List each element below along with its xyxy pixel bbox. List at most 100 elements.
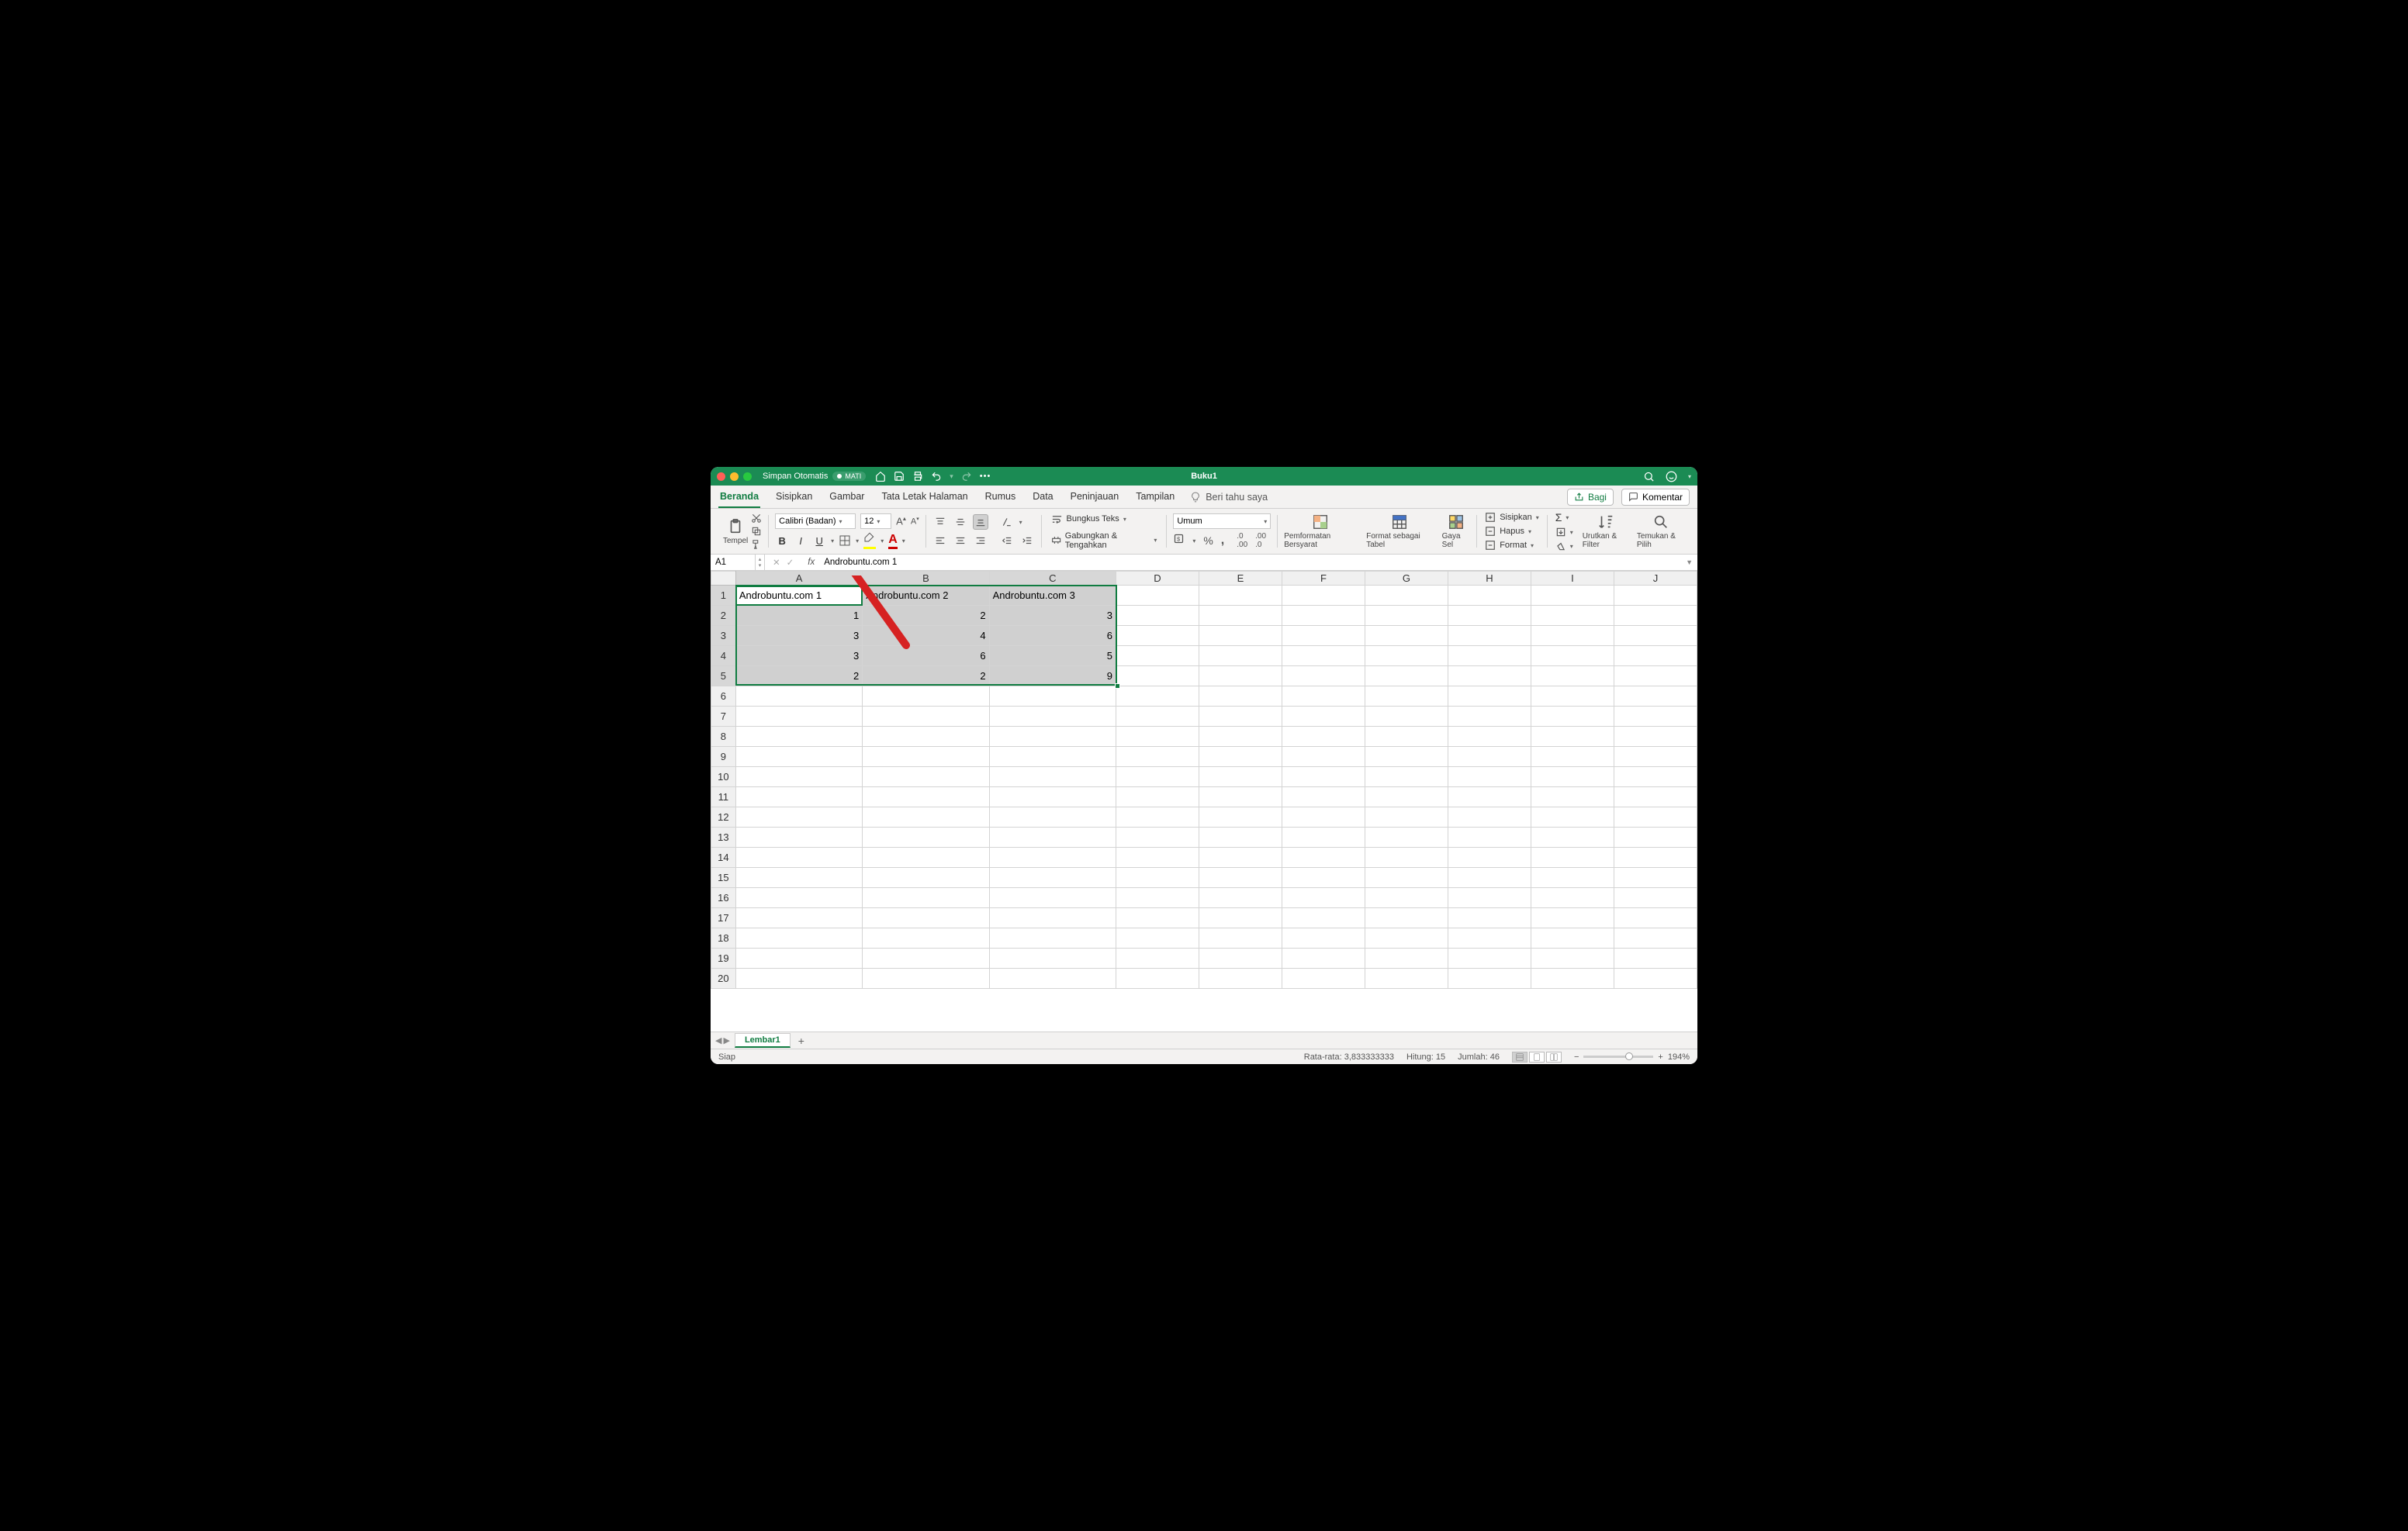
cell[interactable] [1448,787,1531,807]
increase-font-icon[interactable]: A▴ [896,515,906,527]
cell[interactable] [1531,586,1614,606]
column-header[interactable]: J [1614,572,1697,586]
cell[interactable] [1365,666,1448,686]
autosave-toggle[interactable]: MATI [832,472,866,481]
column-header[interactable]: A [735,572,862,586]
cell[interactable] [1282,747,1365,767]
cell[interactable] [1282,666,1365,686]
tab-peninjauan[interactable]: Peninjauan [1069,486,1121,508]
cell[interactable] [735,707,862,727]
cell[interactable] [863,807,989,828]
cell[interactable] [1116,868,1199,888]
row-header[interactable]: 6 [711,686,736,707]
row-header[interactable]: 15 [711,868,736,888]
cell[interactable] [1531,949,1614,969]
cell[interactable]: 6 [989,626,1116,646]
cell[interactable] [1531,868,1614,888]
cell[interactable] [735,747,862,767]
cell[interactable] [1199,848,1282,868]
cell[interactable] [1531,767,1614,787]
cell[interactable] [1531,747,1614,767]
add-sheet-button[interactable]: + [791,1035,812,1047]
cell[interactable] [1116,848,1199,868]
cell[interactable] [1199,767,1282,787]
tab-rumus[interactable]: Rumus [984,486,1018,508]
accounting-icon[interactable]: $ [1173,533,1185,548]
row-header[interactable]: 8 [711,727,736,747]
cell[interactable] [863,707,989,727]
select-all-corner[interactable] [711,572,736,586]
cell[interactable]: 4 [863,626,989,646]
cell[interactable] [1199,888,1282,908]
decrease-indent-icon[interactable] [999,533,1015,548]
cell[interactable] [1116,807,1199,828]
cell[interactable] [1531,686,1614,707]
italic-button[interactable]: I [794,535,808,547]
cell[interactable] [1448,767,1531,787]
cell[interactable] [1365,606,1448,626]
cell[interactable] [1448,868,1531,888]
cell[interactable] [1199,747,1282,767]
cell[interactable] [1365,767,1448,787]
column-header[interactable]: G [1365,572,1448,586]
cell[interactable] [1116,666,1199,686]
cell[interactable]: 3 [989,606,1116,626]
underline-button[interactable]: U [812,535,826,547]
paste-button[interactable]: Tempel [723,518,748,545]
cell[interactable] [1531,969,1614,989]
cell[interactable] [1531,807,1614,828]
cell[interactable] [1116,727,1199,747]
save-icon[interactable] [894,471,905,482]
cell[interactable] [863,686,989,707]
increase-indent-icon[interactable] [1019,533,1035,548]
cell[interactable]: 9 [989,666,1116,686]
cell[interactable] [1282,807,1365,828]
cell[interactable] [1448,928,1531,949]
cell[interactable] [1282,888,1365,908]
cell[interactable] [1448,626,1531,646]
cell[interactable] [1365,908,1448,928]
cell[interactable]: Androbuntu.com 2 [863,586,989,606]
align-right-icon[interactable] [973,533,988,548]
cell[interactable] [1282,767,1365,787]
format-as-table-button[interactable]: Format sebagai Tabel [1366,513,1432,549]
cell[interactable] [1116,686,1199,707]
maximize-window-button[interactable] [743,472,752,481]
cell[interactable] [1116,626,1199,646]
comma-icon[interactable]: , [1221,534,1224,548]
cell[interactable] [1531,828,1614,848]
cell[interactable] [1614,666,1697,686]
cell[interactable] [1116,586,1199,606]
cell[interactable] [1199,868,1282,888]
cell[interactable] [1365,747,1448,767]
cell[interactable] [1614,969,1697,989]
cell[interactable] [1116,928,1199,949]
row-header[interactable]: 13 [711,828,736,848]
cell[interactable] [735,828,862,848]
cell[interactable]: 1 [735,606,862,626]
expand-formula-bar-icon[interactable]: ▼ [1681,558,1697,566]
cell[interactable] [1199,646,1282,666]
tell-me-search[interactable]: Beri tahu saya [1190,492,1268,503]
fill-button[interactable]: ▾ [1554,526,1575,538]
merge-center-button[interactable]: Gabungkan & Tengahkan▾ [1048,530,1161,551]
border-icon[interactable] [839,534,851,547]
cell[interactable] [1448,666,1531,686]
cell[interactable] [1282,606,1365,626]
undo-icon[interactable] [931,471,942,482]
row-header[interactable]: 7 [711,707,736,727]
row-header[interactable]: 1 [711,586,736,606]
clear-button[interactable]: ▾ [1554,540,1575,552]
row-header[interactable]: 3 [711,626,736,646]
view-normal-icon[interactable] [1512,1052,1527,1063]
column-header[interactable]: D [1116,572,1199,586]
cell[interactable] [735,888,862,908]
cell[interactable] [989,787,1116,807]
cell[interactable] [1614,586,1697,606]
cell[interactable] [735,868,862,888]
cell[interactable] [1199,686,1282,707]
cell[interactable] [1116,828,1199,848]
row-header[interactable]: 10 [711,767,736,787]
name-box[interactable]: A1 [711,555,756,570]
cell[interactable] [1531,606,1614,626]
